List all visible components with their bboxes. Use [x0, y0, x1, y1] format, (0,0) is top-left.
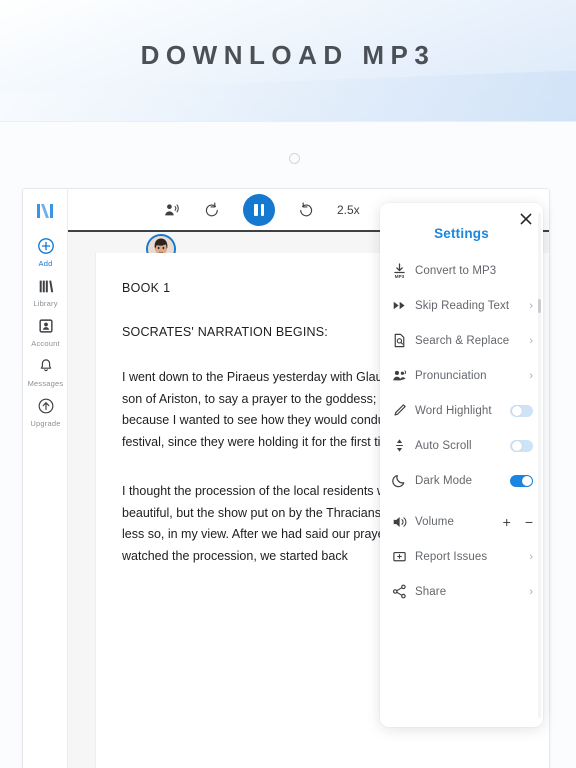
chevron-right-icon: ›: [529, 334, 533, 347]
document-search-icon: [391, 332, 415, 349]
settings-scrollbar-track[interactable]: [538, 213, 541, 718]
settings-panel: Settings MP3 Convert to MP3 Skip Reading…: [380, 203, 543, 727]
app-screen: DOWNLOAD MP3 Add Library Account Message…: [0, 0, 576, 768]
plus-circle-icon: [23, 237, 68, 257]
page-indicator-dot: [289, 153, 300, 164]
close-icon[interactable]: [518, 211, 534, 227]
chevron-right-icon: ›: [529, 299, 533, 312]
pause-icon: [254, 204, 258, 216]
settings-item-pronunciation[interactable]: Pronunciation ›: [380, 358, 543, 393]
voice-person-icon[interactable]: [162, 201, 181, 220]
moon-icon: [391, 472, 415, 489]
sidebar-item-library[interactable]: Library: [23, 277, 68, 308]
settings-list: MP3 Convert to MP3 Skip Reading Text › S…: [380, 253, 543, 609]
chevron-right-icon: ›: [529, 369, 533, 382]
promo-title: DOWNLOAD MP3: [140, 40, 436, 70]
volume-increase-button[interactable]: +: [503, 515, 511, 529]
settings-item-label: Skip Reading Text: [415, 299, 510, 312]
settings-item-label: Dark Mode: [415, 474, 473, 487]
speaker-icon: [391, 513, 415, 531]
pencil-icon: [391, 402, 415, 419]
settings-item-label: Share: [415, 585, 447, 598]
sidebar-item-account[interactable]: Account: [23, 317, 68, 348]
settings-item-skip-reading-text[interactable]: Skip Reading Text ›: [380, 288, 543, 323]
sidebar-item-add[interactable]: Add: [23, 237, 68, 268]
word-highlight-toggle[interactable]: [510, 404, 533, 417]
settings-item-report-issues[interactable]: Report Issues ›: [380, 539, 543, 574]
share-nodes-icon: [391, 583, 415, 600]
up-down-arrows-icon: [391, 437, 415, 454]
settings-item-label: Convert to MP3: [415, 264, 497, 277]
settings-item-convert-to-mp3[interactable]: MP3 Convert to MP3: [380, 253, 543, 288]
settings-item-label: Word Highlight: [415, 404, 492, 417]
books-icon: [23, 277, 68, 297]
playback-speed[interactable]: 2.5x: [337, 203, 360, 217]
report-flag-icon: [391, 548, 415, 565]
settings-item-auto-scroll[interactable]: Auto Scroll: [380, 428, 543, 463]
sidebar-item-upgrade[interactable]: Upgrade: [23, 397, 68, 428]
bell-icon: [23, 357, 68, 377]
people-speaking-icon: [391, 367, 415, 384]
svg-text:MP3: MP3: [395, 274, 405, 279]
settings-item-word-highlight[interactable]: Word Highlight: [380, 393, 543, 428]
settings-item-label: Volume: [415, 515, 454, 528]
sidebar-item-label: Upgrade: [30, 419, 61, 428]
sidebar-item-label: Account: [31, 339, 60, 348]
settings-item-label: Report Issues: [415, 550, 488, 563]
chevron-right-icon: ›: [529, 550, 533, 563]
sidebar-item-label: Add: [38, 259, 53, 268]
settings-item-search-and-replace[interactable]: Search & Replace ›: [380, 323, 543, 358]
app-logo-n-icon[interactable]: [23, 201, 67, 226]
account-card-icon: [23, 317, 68, 337]
play-pause-button[interactable]: [243, 194, 275, 226]
auto-scroll-toggle[interactable]: [510, 439, 533, 452]
sidebar-item-messages[interactable]: Messages: [23, 357, 68, 388]
settings-item-volume[interactable]: Volume + −: [380, 504, 543, 539]
fast-forward-icon: [391, 297, 415, 314]
volume-decrease-button[interactable]: −: [525, 515, 533, 529]
settings-item-label: Pronunciation: [415, 369, 487, 382]
rewind-button[interactable]: [203, 201, 221, 219]
settings-item-share[interactable]: Share ›: [380, 574, 543, 609]
dark-mode-toggle[interactable]: [510, 474, 533, 487]
arrow-up-circle-icon: [23, 397, 68, 417]
promo-banner: DOWNLOAD MP3: [0, 0, 576, 122]
download-mp3-icon: MP3: [391, 262, 415, 279]
settings-scrollbar-thumb[interactable]: [538, 299, 541, 313]
settings-item-dark-mode[interactable]: Dark Mode: [380, 463, 543, 498]
settings-item-label: Auto Scroll: [415, 439, 472, 452]
settings-item-label: Search & Replace: [415, 334, 510, 347]
forward-button[interactable]: [297, 201, 315, 219]
chevron-right-icon: ›: [529, 585, 533, 598]
sidebar: Add Library Account Messages Upgrade: [23, 189, 68, 768]
sidebar-item-label: Messages: [27, 379, 64, 388]
sidebar-item-label: Library: [33, 299, 58, 308]
